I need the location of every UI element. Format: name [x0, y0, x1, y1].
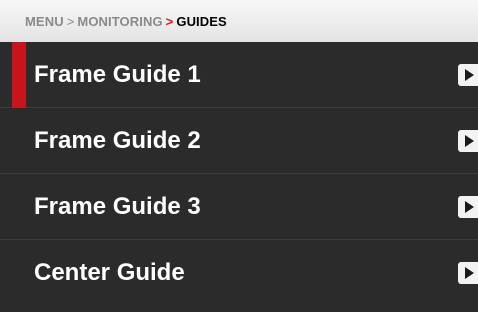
chevron-right-icon[interactable]	[458, 130, 478, 152]
breadcrumb-separator: >	[66, 13, 75, 29]
chevron-right-icon[interactable]	[458, 196, 478, 218]
breadcrumb-separator-current: >	[165, 13, 174, 29]
menu-item-frame-guide-2[interactable]: Frame Guide 2	[0, 108, 478, 174]
chevron-right-icon[interactable]	[458, 64, 478, 86]
menu-item-center-guide[interactable]: Center Guide	[0, 240, 478, 306]
chevron-right-icon[interactable]	[458, 262, 478, 284]
menu-list: Frame Guide 1 Frame Guide 2 Frame Guide …	[0, 42, 478, 306]
breadcrumb-item-monitoring[interactable]: MONITORING	[77, 14, 162, 29]
menu-item-frame-guide-3[interactable]: Frame Guide 3	[0, 174, 478, 240]
menu-item-label: Center Guide	[34, 259, 185, 286]
menu-item-label: Frame Guide 1	[34, 60, 201, 88]
menu-item-frame-guide-1[interactable]: Frame Guide 1	[0, 42, 478, 108]
menu-item-label: Frame Guide 3	[34, 192, 201, 220]
breadcrumb-item-guides: GUIDES	[176, 13, 227, 29]
guides-menu-screen: MENU > MONITORING > GUIDES Frame Guide 1…	[0, 0, 478, 312]
breadcrumb: MENU > MONITORING > GUIDES	[0, 0, 478, 42]
menu-item-label: Frame Guide 2	[34, 126, 201, 154]
breadcrumb-item-menu[interactable]: MENU	[25, 14, 64, 29]
selection-marker	[12, 42, 26, 108]
